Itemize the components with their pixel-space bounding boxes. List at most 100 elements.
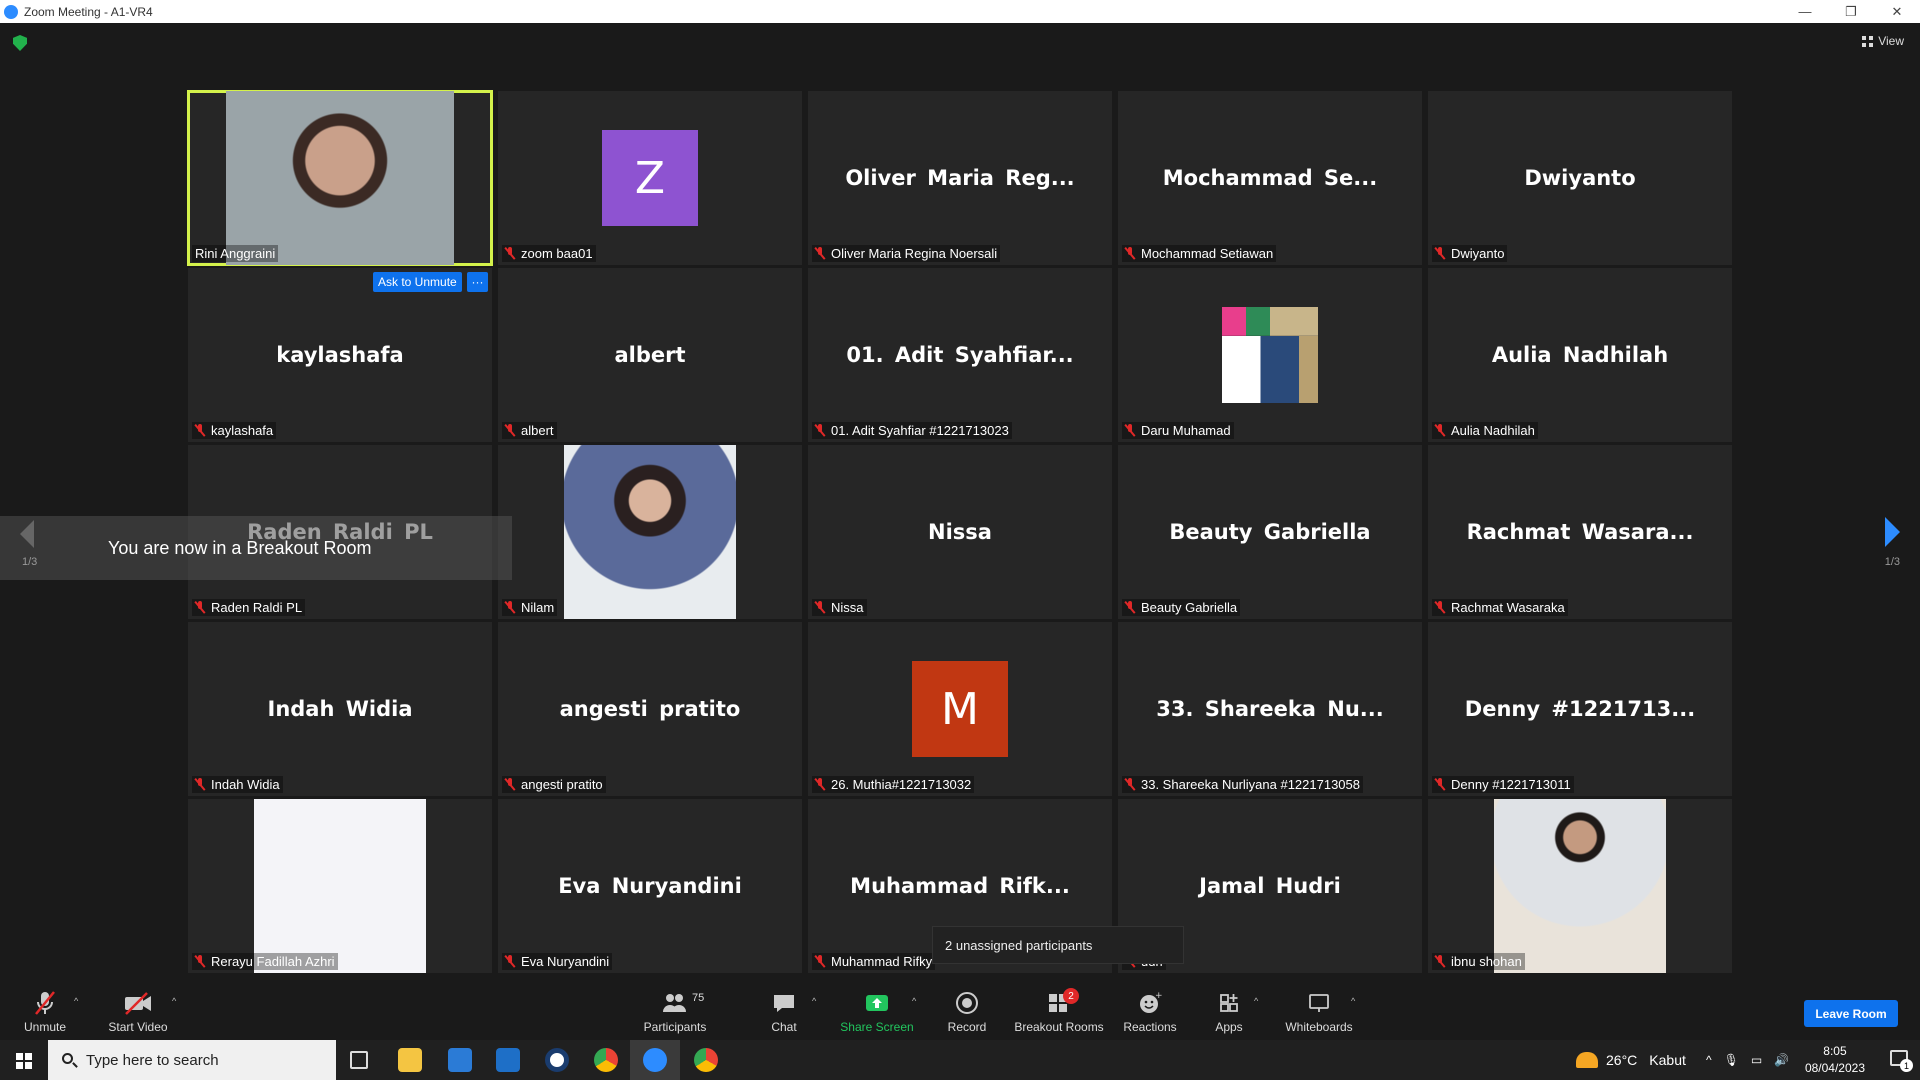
more-options-button[interactable]: ··· — [467, 272, 488, 292]
zoom-logo-icon — [4, 4, 18, 19]
participant-tile[interactable]: Aulia Nadhilah Aulia Nadhilah — [1428, 268, 1732, 442]
participant-tile[interactable]: Rachmat Wasara... Rachmat Wasaraka — [1428, 445, 1732, 619]
start-video-button[interactable]: Start Video — [106, 980, 170, 1040]
chat-options-caret-icon[interactable]: ^ — [812, 996, 816, 1006]
microphone-icon[interactable]: 🎙 — [1724, 1053, 1739, 1067]
participant-tile[interactable]: Mochammad Se... Mochammad Setiawan — [1118, 91, 1422, 265]
participants-icon: 75 — [662, 990, 704, 1016]
participant-tile[interactable]: Daru Muhamad — [1118, 268, 1422, 442]
participant-tile[interactable]: Nilam — [498, 445, 802, 619]
unmute-button[interactable]: Unmute — [20, 980, 70, 1040]
participant-name: Denny #1221713011 — [1451, 777, 1571, 792]
page-indicator-left: 1/3 — [22, 556, 38, 568]
participant-tile[interactable]: Indah Widia Indah Widia — [188, 622, 492, 796]
chrome-profile-icon[interactable] — [694, 1048, 718, 1072]
whiteboards-button[interactable]: Whiteboards — [1284, 980, 1354, 1040]
previous-page-arrow-icon[interactable] — [20, 520, 34, 548]
ask-to-unmute-button[interactable]: Ask to Unmute — [373, 272, 462, 292]
chat-button[interactable]: Chat — [766, 980, 802, 1040]
show-hidden-icons-icon[interactable]: ^ — [1706, 1053, 1712, 1067]
participant-name-label: Indah Widia — [192, 776, 283, 793]
participant-tile[interactable]: Rerayu Fadillah Azhri — [188, 799, 492, 973]
taskbar-search-box[interactable]: Type here to search — [48, 1040, 336, 1080]
reactions-button[interactable]: + Reactions — [1120, 980, 1180, 1040]
whiteboards-label: Whiteboards — [1285, 1020, 1353, 1034]
weather-widget[interactable]: 26°C Kabut — [1576, 1040, 1686, 1080]
weather-fog-icon — [1576, 1052, 1598, 1068]
taskbar-clock[interactable]: 8:05 08/04/2023 — [1805, 1043, 1865, 1077]
participant-name-label: zoom baa01 — [502, 245, 596, 262]
teamviewer-icon[interactable] — [545, 1048, 569, 1072]
task-view-icon[interactable] — [350, 1051, 368, 1069]
muted-mic-icon — [815, 601, 825, 614]
minimize-button[interactable]: — — [1782, 0, 1828, 23]
encryption-shield-icon[interactable] — [13, 35, 27, 51]
participant-name: Raden Raldi PL — [211, 600, 303, 615]
participant-tile[interactable]: 33. Shareeka Nu... 33. Shareeka Nurliyana… — [1118, 622, 1422, 796]
close-button[interactable]: ✕ — [1874, 0, 1920, 23]
next-page-arrow-icon[interactable] — [1885, 517, 1900, 547]
microsoft-store-icon[interactable] — [448, 1048, 472, 1072]
participant-display-name: 33. Shareeka Nu... — [1156, 697, 1384, 721]
video-options-caret-icon[interactable]: ^ — [172, 996, 176, 1006]
participant-tile[interactable]: kaylashafa kaylashafa — [188, 268, 492, 442]
participant-display-name: Muhammad Rifk... — [850, 874, 1070, 898]
participant-tile[interactable]: Eva Nuryandini Eva Nuryandini — [498, 799, 802, 973]
participant-name: Indah Widia — [211, 777, 280, 792]
chrome-icon[interactable] — [594, 1048, 618, 1072]
participant-tile[interactable]: angesti pratito angesti pratito — [498, 622, 802, 796]
participant-tile[interactable]: ibnu shohan — [1428, 799, 1732, 973]
share-options-caret-icon[interactable]: ^ — [912, 996, 916, 1006]
participant-name: Rerayu Fadillah Azhri — [211, 954, 335, 969]
participant-name-label: Beauty Gabriella — [1122, 599, 1241, 616]
share-screen-button[interactable]: Share Screen — [840, 980, 914, 1040]
participant-name: Rachmat Wasaraka — [1451, 600, 1565, 615]
notification-center-icon[interactable]: 1 — [1890, 1050, 1913, 1072]
participant-name: zoom baa01 — [521, 246, 593, 261]
unassigned-participants-popup[interactable]: 2 unassigned participants — [932, 926, 1184, 964]
windows-start-icon[interactable] — [16, 1053, 32, 1069]
apps-button[interactable]: Apps — [1213, 980, 1245, 1040]
muted-mic-icon — [505, 778, 515, 791]
participant-name-label: Daru Muhamad — [1122, 422, 1234, 439]
participants-count: 75 — [692, 992, 705, 1004]
audio-options-caret-icon[interactable]: ^ — [74, 996, 78, 1006]
volume-icon[interactable]: 🔊 — [1774, 1053, 1789, 1067]
participant-name-label: 01. Adit Syahfiar #1221713023 — [812, 422, 1012, 439]
participant-tile[interactable]: Denny #1221713... Denny #1221713011 — [1428, 622, 1732, 796]
mail-icon[interactable] — [496, 1048, 520, 1072]
record-label: Record — [947, 1020, 987, 1034]
grid-icon — [1862, 35, 1874, 47]
participant-tile[interactable]: Beauty Gabriella Beauty Gabriella — [1118, 445, 1422, 619]
participant-tile[interactable]: 01. Adit Syahfiar... 01. Adit Syahfiar #1… — [808, 268, 1112, 442]
whiteboards-options-caret-icon[interactable]: ^ — [1351, 996, 1355, 1006]
participant-tile[interactable]: M 26. Muthia#1221713032 — [808, 622, 1112, 796]
apps-options-caret-icon[interactable]: ^ — [1254, 996, 1258, 1006]
participant-tile[interactable]: Nissa Nissa — [808, 445, 1112, 619]
record-button[interactable]: Record — [944, 980, 990, 1040]
zoom-taskbar-active[interactable] — [630, 1040, 680, 1080]
participant-tile[interactable]: Rini Anggraini — [187, 90, 493, 266]
participant-name: Eva Nuryandini — [521, 954, 610, 969]
participant-tile[interactable]: Dwiyanto Dwiyanto — [1428, 91, 1732, 265]
participant-tile[interactable]: Oliver Maria Reg... Oliver Maria Regina N… — [808, 91, 1112, 265]
participant-tile[interactable]: albert albert — [498, 268, 802, 442]
participant-name: ibnu shohan — [1451, 954, 1522, 969]
view-button[interactable]: View — [1862, 34, 1904, 48]
view-label: View — [1878, 34, 1904, 48]
muted-mic-icon — [1125, 778, 1135, 791]
breakout-rooms-button[interactable]: 2 Breakout Rooms — [1012, 980, 1106, 1040]
participant-display-name: Rachmat Wasara... — [1466, 520, 1694, 544]
muted-mic-icon — [195, 778, 205, 791]
network-icon[interactable]: ▭ — [1751, 1053, 1762, 1067]
zoom-app-icon — [643, 1048, 667, 1072]
participant-tile[interactable]: Zzoom baa01 — [498, 91, 802, 265]
participant-name: Nissa — [831, 600, 864, 615]
leave-room-button[interactable]: Leave Room — [1804, 1000, 1898, 1027]
participants-button[interactable]: 75 Participants — [640, 980, 710, 1040]
participant-display-name: Eva Nuryandini — [558, 874, 742, 898]
participant-name-label: ibnu shohan — [1432, 953, 1525, 970]
restore-button[interactable]: ❐ — [1828, 0, 1874, 23]
apps-icon — [1218, 990, 1240, 1016]
file-explorer-icon[interactable] — [398, 1048, 422, 1072]
